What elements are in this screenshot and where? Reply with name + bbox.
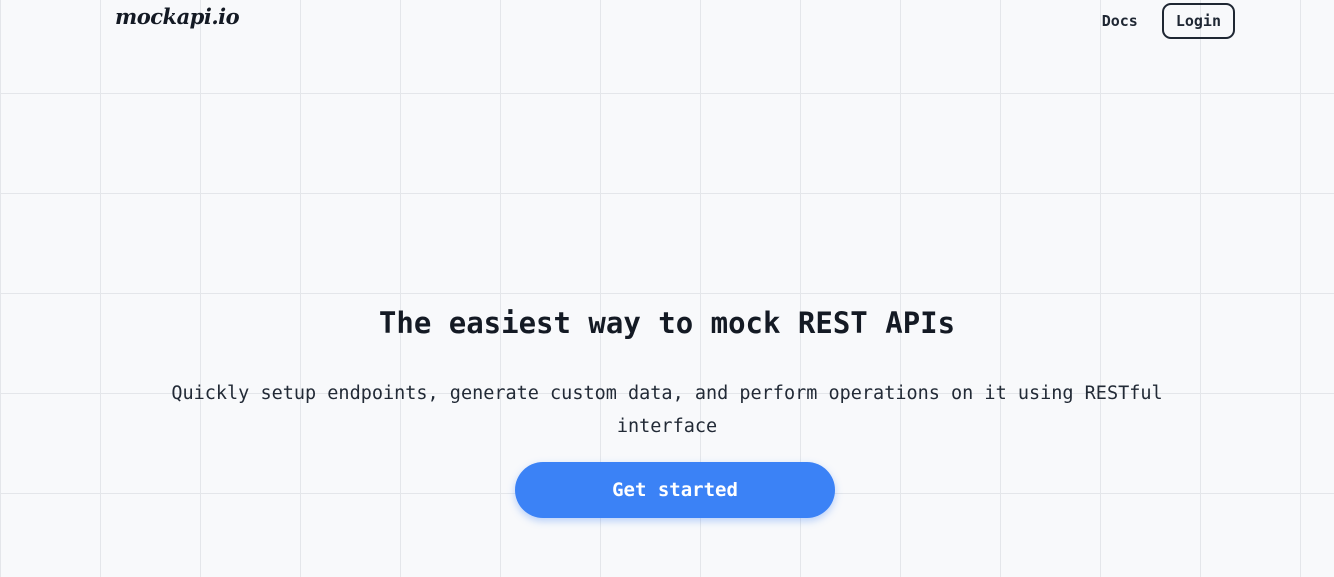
- top-nav: Docs Login: [1102, 3, 1235, 39]
- login-button[interactable]: Login: [1161, 3, 1235, 39]
- logo[interactable]: mockapi.io: [115, 4, 240, 29]
- hero-title: The easiest way to mock REST APIs: [378, 306, 956, 340]
- hero-section: The easiest way to mock REST APIs Quickl…: [0, 303, 1334, 443]
- hero-subtitle: Quickly setup endpoints, generate custom…: [171, 383, 1163, 437]
- get-started-button[interactable]: Get started: [515, 462, 835, 518]
- docs-link[interactable]: Docs: [1102, 12, 1138, 30]
